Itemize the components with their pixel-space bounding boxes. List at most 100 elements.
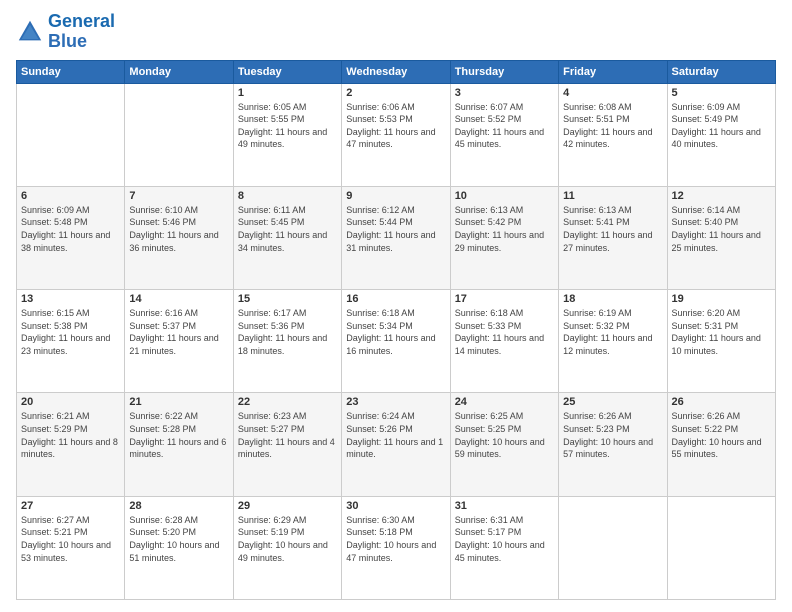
day-number: 18 (563, 293, 662, 305)
weekday-header-wednesday: Wednesday (342, 60, 450, 83)
day-number: 30 (346, 500, 445, 512)
calendar-cell: 28 Sunrise: 6:28 AM Sunset: 5:20 PM Dayli… (125, 496, 233, 599)
header: General Blue (16, 12, 776, 52)
day-number: 26 (672, 396, 771, 408)
calendar-cell: 3 Sunrise: 6:07 AM Sunset: 5:52 PM Daylig… (450, 83, 558, 186)
day-info: Sunrise: 6:22 AM Sunset: 5:28 PM Dayligh… (129, 410, 228, 460)
calendar-table: SundayMondayTuesdayWednesdayThursdayFrid… (16, 60, 776, 600)
day-info: Sunrise: 6:05 AM Sunset: 5:55 PM Dayligh… (238, 101, 337, 151)
day-info: Sunrise: 6:21 AM Sunset: 5:29 PM Dayligh… (21, 410, 120, 460)
calendar-cell: 16Sunrise: 6:18 AM Sunset: 5:34 PM Dayli… (342, 290, 450, 393)
calendar-cell: 30 Sunrise: 6:30 AM Sunset: 5:18 PM Dayli… (342, 496, 450, 599)
day-info: Sunrise: 6:19 AM Sunset: 5:32 PM Dayligh… (563, 307, 662, 357)
calendar-cell: 31 Sunrise: 6:31 AM Sunset: 5:17 PM Dayli… (450, 496, 558, 599)
day-info: Sunrise: 6:13 AM Sunset: 5:42 PM Dayligh… (455, 204, 554, 254)
day-info: Sunrise: 6:24 AM Sunset: 5:26 PM Dayligh… (346, 410, 445, 460)
week-row-2: 6 Sunrise: 6:09 AM Sunset: 5:48 PM Daylig… (17, 186, 776, 289)
day-info: Sunrise: 6:25 AM Sunset: 5:25 PM Dayligh… (455, 410, 554, 460)
calendar-cell (17, 83, 125, 186)
calendar-cell: 11Sunrise: 6:13 AM Sunset: 5:41 PM Dayli… (559, 186, 667, 289)
day-number: 6 (21, 190, 120, 202)
day-number: 8 (238, 190, 337, 202)
day-number: 4 (563, 87, 662, 99)
day-number: 2 (346, 87, 445, 99)
day-info: Sunrise: 6:27 AM Sunset: 5:21 PM Dayligh… (21, 514, 120, 564)
calendar-cell (125, 83, 233, 186)
day-number: 5 (672, 87, 771, 99)
day-number: 9 (346, 190, 445, 202)
calendar-cell: 23 Sunrise: 6:24 AM Sunset: 5:26 PM Dayli… (342, 393, 450, 496)
day-info: Sunrise: 6:20 AM Sunset: 5:31 PM Dayligh… (672, 307, 771, 357)
calendar-cell: 19 Sunrise: 6:20 AM Sunset: 5:31 PM Dayli… (667, 290, 775, 393)
calendar-cell: 29 Sunrise: 6:29 AM Sunset: 5:19 PM Dayli… (233, 496, 341, 599)
calendar-cell: 27 Sunrise: 6:27 AM Sunset: 5:21 PM Dayli… (17, 496, 125, 599)
day-info: Sunrise: 6:06 AM Sunset: 5:53 PM Dayligh… (346, 101, 445, 151)
day-info: Sunrise: 6:16 AM Sunset: 5:37 PM Dayligh… (129, 307, 228, 357)
day-number: 15 (238, 293, 337, 305)
calendar-cell: 4 Sunrise: 6:08 AM Sunset: 5:51 PM Daylig… (559, 83, 667, 186)
day-number: 21 (129, 396, 228, 408)
calendar-cell: 7 Sunrise: 6:10 AM Sunset: 5:46 PM Daylig… (125, 186, 233, 289)
week-row-3: 13Sunrise: 6:15 AM Sunset: 5:38 PM Dayli… (17, 290, 776, 393)
day-number: 17 (455, 293, 554, 305)
day-info: Sunrise: 6:31 AM Sunset: 5:17 PM Dayligh… (455, 514, 554, 564)
day-number: 16 (346, 293, 445, 305)
day-number: 24 (455, 396, 554, 408)
week-row-4: 20 Sunrise: 6:21 AM Sunset: 5:29 PM Dayli… (17, 393, 776, 496)
calendar-cell: 18 Sunrise: 6:19 AM Sunset: 5:32 PM Dayli… (559, 290, 667, 393)
weekday-header-thursday: Thursday (450, 60, 558, 83)
day-info: Sunrise: 6:28 AM Sunset: 5:20 PM Dayligh… (129, 514, 228, 564)
page: General Blue SundayMondayTuesdayWednesda… (0, 0, 792, 612)
day-info: Sunrise: 6:07 AM Sunset: 5:52 PM Dayligh… (455, 101, 554, 151)
day-number: 14 (129, 293, 228, 305)
day-number: 27 (21, 500, 120, 512)
calendar-cell: 10 Sunrise: 6:13 AM Sunset: 5:42 PM Dayli… (450, 186, 558, 289)
calendar-cell: 20 Sunrise: 6:21 AM Sunset: 5:29 PM Dayli… (17, 393, 125, 496)
day-number: 20 (21, 396, 120, 408)
day-info: Sunrise: 6:17 AM Sunset: 5:36 PM Dayligh… (238, 307, 337, 357)
weekday-header-tuesday: Tuesday (233, 60, 341, 83)
calendar-cell: 9 Sunrise: 6:12 AM Sunset: 5:44 PM Daylig… (342, 186, 450, 289)
day-info: Sunrise: 6:29 AM Sunset: 5:19 PM Dayligh… (238, 514, 337, 564)
day-number: 1 (238, 87, 337, 99)
calendar-cell: 1 Sunrise: 6:05 AM Sunset: 5:55 PM Daylig… (233, 83, 341, 186)
calendar-cell: 22 Sunrise: 6:23 AM Sunset: 5:27 PM Dayli… (233, 393, 341, 496)
calendar-cell: 14 Sunrise: 6:16 AM Sunset: 5:37 PM Dayli… (125, 290, 233, 393)
day-number: 12 (672, 190, 771, 202)
weekday-header-saturday: Saturday (667, 60, 775, 83)
logo-icon (16, 18, 44, 46)
calendar-cell: 17 Sunrise: 6:18 AM Sunset: 5:33 PM Dayli… (450, 290, 558, 393)
day-info: Sunrise: 6:12 AM Sunset: 5:44 PM Dayligh… (346, 204, 445, 254)
calendar-cell: 15 Sunrise: 6:17 AM Sunset: 5:36 PM Dayli… (233, 290, 341, 393)
weekday-header-friday: Friday (559, 60, 667, 83)
day-info: Sunrise: 6:26 AM Sunset: 5:22 PM Dayligh… (672, 410, 771, 460)
day-info: Sunrise: 6:09 AM Sunset: 5:48 PM Dayligh… (21, 204, 120, 254)
day-info: Sunrise: 6:23 AM Sunset: 5:27 PM Dayligh… (238, 410, 337, 460)
day-info: Sunrise: 6:08 AM Sunset: 5:51 PM Dayligh… (563, 101, 662, 151)
calendar-cell: 6 Sunrise: 6:09 AM Sunset: 5:48 PM Daylig… (17, 186, 125, 289)
day-number: 29 (238, 500, 337, 512)
weekday-header-monday: Monday (125, 60, 233, 83)
calendar-cell (667, 496, 775, 599)
day-number: 3 (455, 87, 554, 99)
calendar-cell: 2 Sunrise: 6:06 AM Sunset: 5:53 PM Daylig… (342, 83, 450, 186)
calendar-cell: 25Sunrise: 6:26 AM Sunset: 5:23 PM Dayli… (559, 393, 667, 496)
day-number: 7 (129, 190, 228, 202)
calendar-cell: 13Sunrise: 6:15 AM Sunset: 5:38 PM Dayli… (17, 290, 125, 393)
weekday-header-sunday: Sunday (17, 60, 125, 83)
day-number: 23 (346, 396, 445, 408)
logo-text: General Blue (48, 12, 115, 52)
day-number: 28 (129, 500, 228, 512)
day-number: 22 (238, 396, 337, 408)
day-info: Sunrise: 6:09 AM Sunset: 5:49 PM Dayligh… (672, 101, 771, 151)
day-info: Sunrise: 6:10 AM Sunset: 5:46 PM Dayligh… (129, 204, 228, 254)
calendar-cell: 26 Sunrise: 6:26 AM Sunset: 5:22 PM Dayli… (667, 393, 775, 496)
day-number: 10 (455, 190, 554, 202)
day-info: Sunrise: 6:18 AM Sunset: 5:33 PM Dayligh… (455, 307, 554, 357)
day-info: Sunrise: 6:15 AM Sunset: 5:38 PM Dayligh… (21, 307, 120, 357)
day-number: 31 (455, 500, 554, 512)
day-info: Sunrise: 6:30 AM Sunset: 5:18 PM Dayligh… (346, 514, 445, 564)
day-info: Sunrise: 6:13 AM Sunset: 5:41 PM Dayligh… (563, 204, 662, 254)
calendar-cell: 8Sunrise: 6:11 AM Sunset: 5:45 PM Daylig… (233, 186, 341, 289)
day-number: 19 (672, 293, 771, 305)
